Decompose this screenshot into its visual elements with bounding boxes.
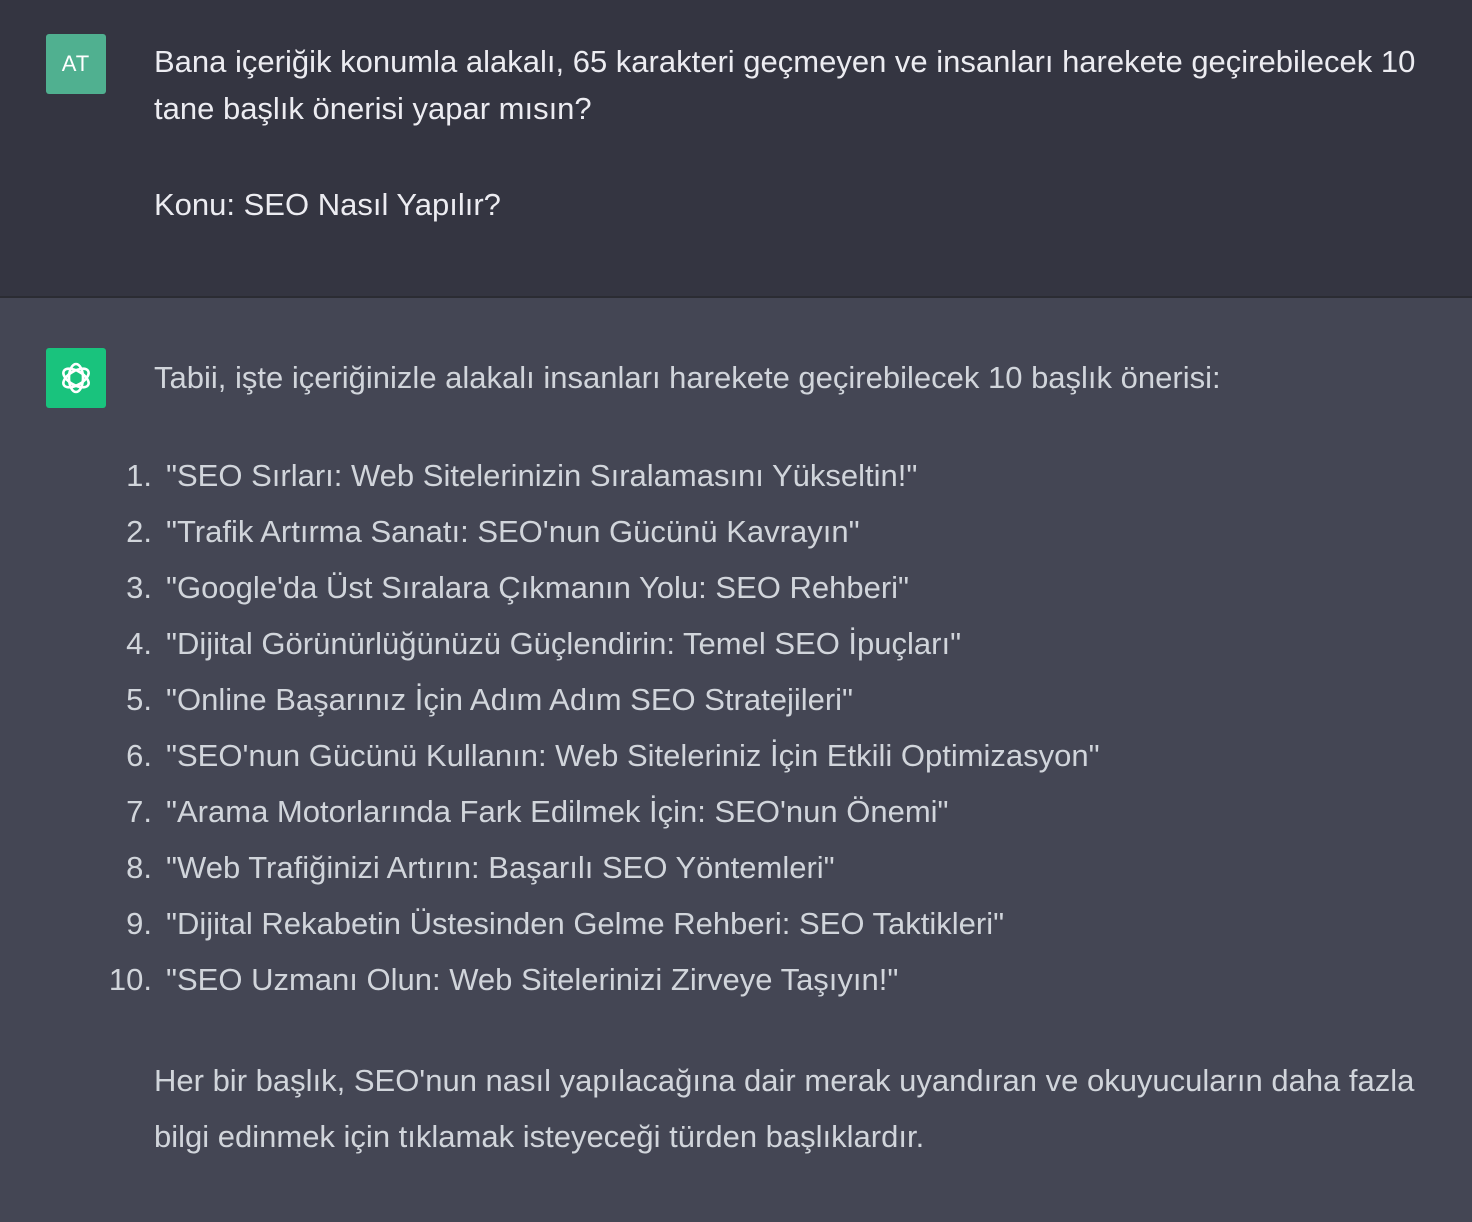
list-item-number: 1. (126, 458, 152, 493)
list-item-number: 10. (108, 962, 152, 997)
assistant-outro: Her bir başlık, SEO'nun nasıl yapılacağı… (154, 1063, 1415, 1154)
user-message-text: Bana içeriğik konumla alakalı, 65 karakt… (154, 38, 1454, 228)
assistant-intro: Tabii, işte içeriğinizle alakalı insanla… (154, 360, 1221, 395)
openai-logo-icon (62, 362, 90, 394)
user-message-row: AT Bana içeriğik konumla alakalı, 65 kar… (0, 0, 1472, 298)
list-item-text: "Web Trafiğinizi Artırın: Başarılı SEO Y… (166, 850, 835, 885)
user-avatar-initials: AT (61, 51, 91, 76)
list-item-text: "SEO'nun Gücünü Kullanın: Web Sitelerini… (166, 738, 1100, 773)
list-item-text: "Arama Motorlarında Fark Edilmek İçin: S… (166, 794, 949, 829)
list-item-text: "Online Başarınız İçin Adım Adım SEO Str… (166, 682, 854, 717)
list-item-text: "Dijital Rekabetin Üstesinden Gelme Rehb… (166, 906, 1005, 941)
user-message-topic: Konu: SEO Nasıl Yapılır? (154, 187, 501, 222)
list-item: 10. "SEO Uzmanı Olun: Web Sitelerinizi Zi… (109, 952, 1444, 1008)
assistant-message-content: Tabii, işte içeriğinizle alakalı insanla… (109, 355, 1444, 1165)
list-item-number: 7. (126, 794, 152, 829)
list-item-number: 2. (126, 514, 152, 549)
user-avatar: AT (46, 34, 106, 94)
user-message-paragraph: Bana içeriğik konumla alakalı, 65 karakt… (154, 44, 1416, 126)
list-item-text: "SEO Uzmanı Olun: Web Sitelerinizi Zirve… (166, 962, 899, 997)
list-item-text: "SEO Sırları: Web Sitelerinizin Sıralama… (166, 458, 918, 493)
list-item: 4. "Dijital Görünürlüğünüzü Güçlendirin: … (126, 616, 1444, 672)
list-item-text: "Google'da Üst Sıralara Çıkmanın Yolu: S… (166, 570, 910, 605)
list-item-number: 5. (126, 682, 152, 717)
title-suggestion-list: 1. "SEO Sırları: Web Sitelerinizin Sırala… (109, 448, 1444, 1008)
list-item-text: "Trafik Artırma Sanatı: SEO'nun Gücünü K… (166, 514, 860, 549)
list-item: 8. "Web Trafiğinizi Artırın: Başarılı SEO… (126, 840, 1444, 896)
assistant-message-row: Tabii, işte içeriğinizle alakalı insanla… (0, 300, 1472, 1222)
list-item-number: 4. (126, 626, 152, 661)
list-item: 6. "SEO'nun Gücünü Kullanın: Web Siteleri… (126, 728, 1444, 784)
list-item-number: 8. (126, 850, 152, 885)
list-item-number: 3. (126, 570, 152, 605)
list-item-number: 6. (126, 738, 152, 773)
list-item-text: "Dijital Görünürlüğünüzü Güçlendirin: Te… (166, 626, 962, 661)
list-item: 5. "Online Başarınız İçin Adım Adım SEO S… (126, 672, 1444, 728)
list-item-number: 9. (126, 906, 152, 941)
list-item: 3. "Google'da Üst Sıralara Çıkmanın Yolu:… (126, 560, 1444, 616)
list-item: 9. "Dijital Rekabetin Üstesinden Gelme Re… (126, 896, 1444, 952)
list-item: 7. "Arama Motorlarında Fark Edilmek İçin:… (126, 784, 1444, 840)
assistant-avatar (46, 348, 106, 408)
list-item: 2. "Trafik Artırma Sanatı: SEO'nun Gücünü… (126, 504, 1444, 560)
list-item: 1. "SEO Sırları: Web Sitelerinizin Sırala… (126, 448, 1444, 504)
